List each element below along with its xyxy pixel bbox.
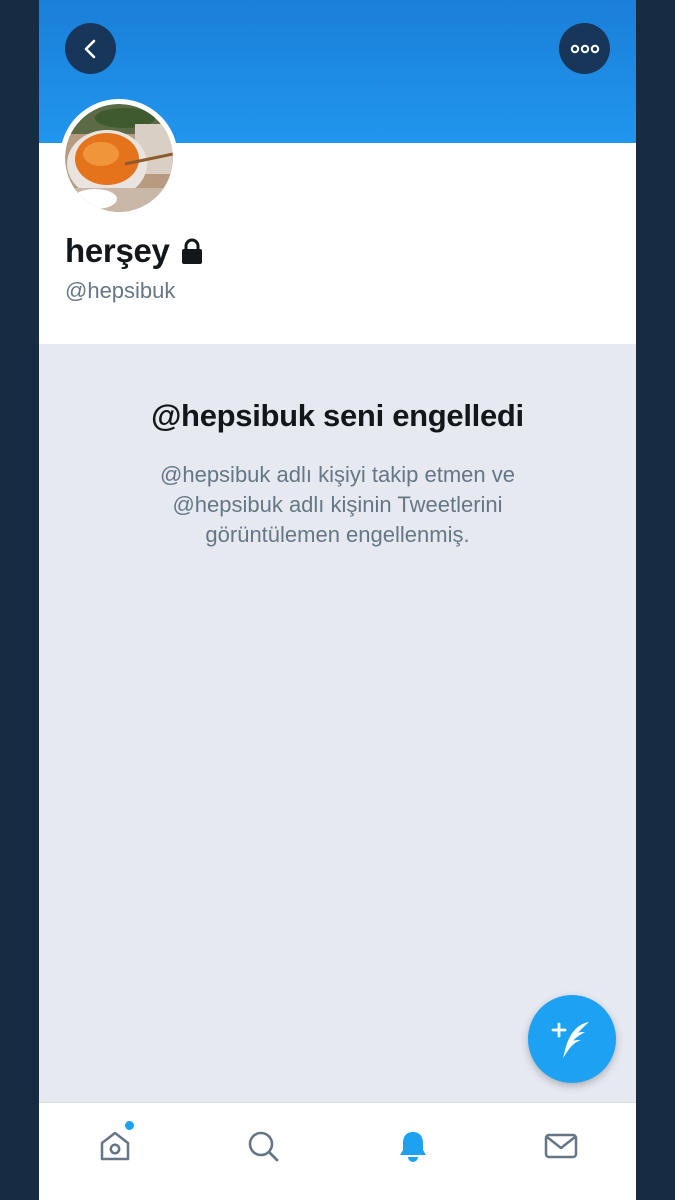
lock-icon [181, 238, 202, 264]
more-horizontal-icon [570, 44, 599, 53]
bottom-tab-bar [39, 1102, 636, 1200]
profile-name-row: herşey [65, 232, 204, 270]
tab-messages[interactable] [536, 1121, 586, 1171]
profile-handle: @hepsibuk [65, 278, 176, 303]
chevron-left-icon [84, 39, 95, 58]
profile-screen: herşey @hepsibuk @hepsibuk seni engelled… [39, 0, 636, 1200]
home-icon [100, 1131, 130, 1161]
tab-notifications[interactable] [388, 1121, 438, 1171]
profile-name: herşey [65, 232, 170, 269]
mail-icon [544, 1133, 578, 1159]
bell-icon [400, 1132, 426, 1162]
tab-search[interactable] [238, 1121, 288, 1171]
back-button[interactable] [65, 23, 116, 74]
compose-tweet-icon [551, 1022, 589, 1058]
avatar-image [65, 104, 173, 212]
home-notification-dot [123, 1119, 136, 1132]
blocked-description: @hepsibuk adlı kişiyi takip etmen ve @he… [160, 462, 515, 547]
compose-tweet-button[interactable] [528, 995, 616, 1083]
more-options-button[interactable] [559, 23, 610, 74]
search-icon [248, 1131, 279, 1162]
blocked-title: @hepsibuk seni engelledi [151, 398, 524, 433]
avatar[interactable] [60, 99, 178, 217]
